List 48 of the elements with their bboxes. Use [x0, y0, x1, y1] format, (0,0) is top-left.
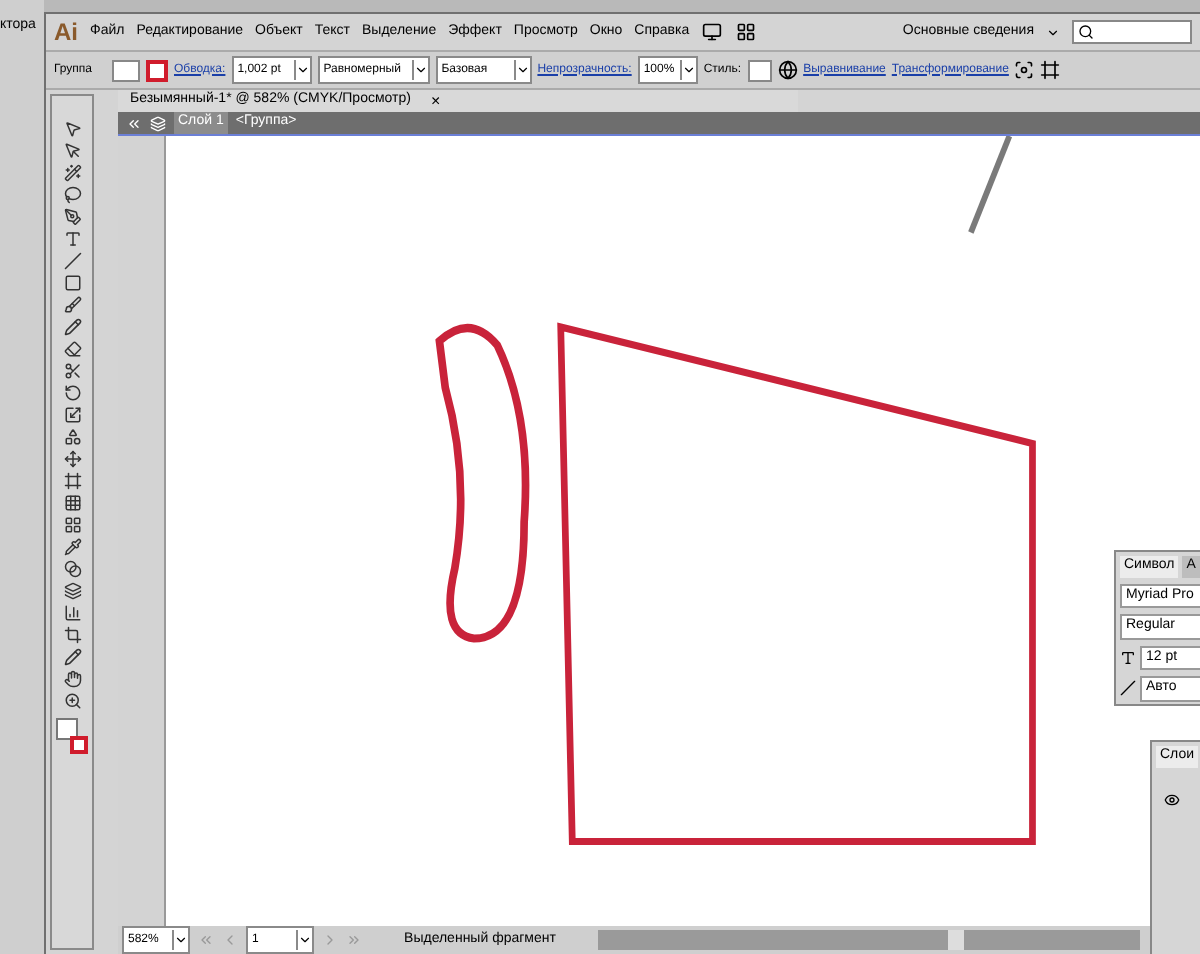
arrange-icon[interactable]	[733, 22, 758, 42]
tool-icon[interactable]	[63, 340, 81, 358]
caret-icon	[513, 60, 530, 80]
caret-icon	[296, 930, 312, 950]
app-logo: Ai	[54, 16, 78, 50]
style-swatch[interactable]	[747, 59, 772, 81]
tool-icon[interactable]	[63, 384, 81, 402]
tool-icon[interactable]	[63, 296, 81, 314]
tool-icon[interactable]	[63, 582, 81, 600]
tool-icon[interactable]	[63, 472, 81, 490]
tracking-icon	[1120, 680, 1136, 697]
tool-icon[interactable]	[63, 670, 81, 688]
tool-icon[interactable]	[63, 516, 81, 534]
tool-icon[interactable]	[63, 406, 81, 424]
fill-stroke-swatches[interactable]	[56, 718, 88, 754]
tool-icon[interactable]	[63, 120, 81, 138]
visibility-icon[interactable]	[1164, 791, 1180, 807]
tool-icon[interactable]	[63, 450, 81, 468]
horizontal-scrollbar[interactable]	[598, 930, 1140, 950]
tool-icon[interactable]	[63, 692, 81, 710]
caret-icon	[411, 60, 428, 80]
caret-icon	[172, 930, 188, 950]
close-button[interactable]: ×	[430, 90, 441, 113]
caret-icon	[679, 60, 696, 80]
tool-icon[interactable]	[63, 626, 81, 644]
tool-icon[interactable]	[63, 164, 81, 182]
tool-icon[interactable]	[63, 648, 81, 666]
tool-icon[interactable]	[63, 362, 81, 380]
tool-icon[interactable]	[63, 186, 81, 204]
tool-icon[interactable]	[63, 142, 81, 160]
size-icon	[1120, 649, 1136, 666]
fill-swatch[interactable]	[112, 59, 140, 81]
tool-icon[interactable]	[63, 230, 81, 248]
caret-icon	[293, 60, 310, 80]
tool-icon[interactable]	[63, 318, 81, 336]
back-icon[interactable]	[126, 115, 142, 131]
globe-icon[interactable]	[777, 60, 798, 80]
tool-icon[interactable]	[63, 604, 81, 622]
tool-icon[interactable]	[63, 538, 81, 556]
stroke-swatch[interactable]	[146, 59, 168, 81]
tool-icon[interactable]	[63, 208, 81, 226]
tool-icon[interactable]	[63, 560, 81, 578]
isolate-icon[interactable]	[1014, 60, 1035, 80]
tool-icon[interactable]	[63, 494, 81, 512]
caret-icon[interactable]	[1046, 25, 1060, 39]
search-icon	[1078, 24, 1094, 40]
search-field[interactable]	[1072, 20, 1192, 44]
tool-icon[interactable]	[63, 428, 81, 446]
